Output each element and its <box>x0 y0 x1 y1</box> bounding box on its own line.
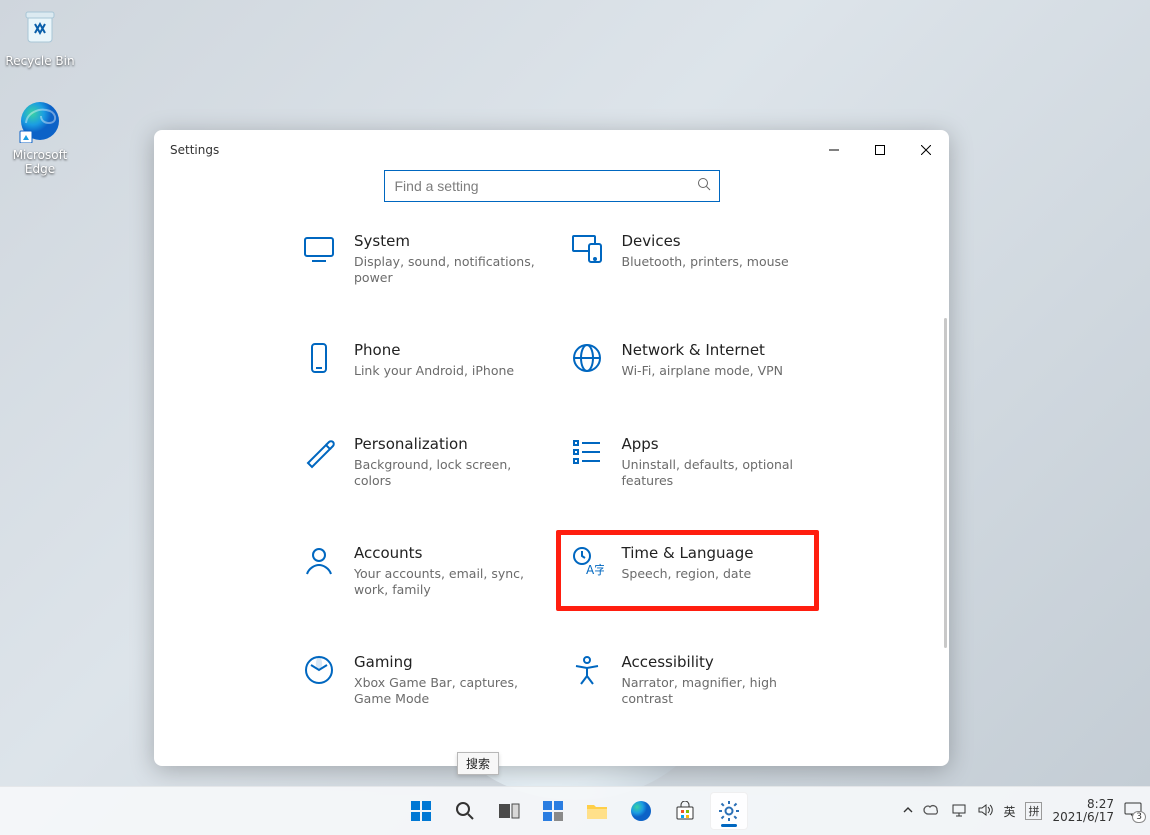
cat-system[interactable]: System Display, sound, notifications, po… <box>302 232 538 285</box>
cat-accessibility[interactable]: Accessibility Narrator, magnifier, high … <box>570 653 806 706</box>
search-icon <box>697 177 711 195</box>
cat-gaming[interactable]: Gaming Xbox Game Bar, captures, Game Mod… <box>302 653 538 706</box>
phone-icon <box>302 341 336 375</box>
window-title: Settings <box>170 143 811 157</box>
cat-personalization[interactable]: Personalization Background, lock screen,… <box>302 435 538 488</box>
taskbar-settings[interactable] <box>710 792 748 830</box>
cat-title: Time & Language <box>622 544 754 562</box>
cat-desc: Speech, region, date <box>622 566 754 582</box>
tray-onedrive-icon[interactable] <box>923 803 941 820</box>
cat-desc: Narrator, magnifier, high contrast <box>622 675 806 706</box>
cat-desc: Background, lock screen, colors <box>354 457 538 488</box>
cat-title: Apps <box>622 435 806 453</box>
system-icon <box>302 232 336 266</box>
titlebar[interactable]: Settings <box>154 130 949 170</box>
tray-clock[interactable]: 8:27 2021/6/17 <box>1052 798 1114 824</box>
cat-desc: Bluetooth, printers, mouse <box>622 254 789 270</box>
accounts-icon <box>302 544 336 578</box>
cat-title: Gaming <box>354 653 538 671</box>
recycle-bin-icon <box>17 4 63 50</box>
edge-icon <box>17 98 63 144</box>
cat-accounts[interactable]: Accounts Your accounts, email, sync, wor… <box>302 544 538 597</box>
minimize-button[interactable] <box>811 130 857 170</box>
cat-title: Accounts <box>354 544 538 562</box>
search-box[interactable] <box>384 170 720 202</box>
tray-date: 2021/6/17 <box>1052 811 1114 824</box>
taskbar-edge[interactable] <box>622 792 660 830</box>
tray-ime-lang[interactable]: 英 <box>1003 803 1015 820</box>
taskbar-search[interactable] <box>446 792 484 830</box>
cat-desc: Link your Android, iPhone <box>354 363 514 379</box>
accessibility-icon <box>570 653 604 687</box>
cat-phone[interactable]: Phone Link your Android, iPhone <box>302 341 538 379</box>
taskbar: 英 拼 8:27 2021/6/17 3 <box>0 786 1150 835</box>
cat-desc: Wi-Fi, airplane mode, VPN <box>622 363 784 379</box>
cat-network[interactable]: Network & Internet Wi-Fi, airplane mode,… <box>570 341 806 379</box>
network-icon <box>570 341 604 375</box>
time-language-icon: A字 <box>570 544 604 578</box>
tray-notifications[interactable]: 3 <box>1124 802 1142 821</box>
scrollbar[interactable] <box>944 318 947 648</box>
cat-title: Network & Internet <box>622 341 784 359</box>
settings-window: Settings System Display, sound, notifica… <box>154 130 949 766</box>
cat-title: Accessibility <box>622 653 806 671</box>
svg-text:A字: A字 <box>586 562 604 577</box>
cat-time-language[interactable]: A字 Time & Language Speech, region, date <box>556 530 820 611</box>
cat-title: Personalization <box>354 435 538 453</box>
cat-desc: Xbox Game Bar, captures, Game Mode <box>354 675 538 706</box>
categories-scroll[interactable]: System Display, sound, notifications, po… <box>154 224 949 766</box>
cat-title: Devices <box>622 232 789 250</box>
cat-desc: Uninstall, defaults, optional features <box>622 457 806 488</box>
maximize-button[interactable] <box>857 130 903 170</box>
cat-desc: Your accounts, email, sync, work, family <box>354 566 538 597</box>
tray-network-icon[interactable] <box>951 803 967 820</box>
devices-icon <box>570 232 604 266</box>
tray-ime-mode[interactable]: 拼 <box>1025 802 1042 820</box>
desktop-icon-label: Microsoft Edge <box>0 148 80 176</box>
desktop-icon-label: Recycle Bin <box>0 54 80 68</box>
cat-title: System <box>354 232 538 250</box>
taskbar-store[interactable] <box>666 792 704 830</box>
search-input[interactable] <box>393 177 697 195</box>
tray-chevron[interactable] <box>903 804 913 818</box>
cat-desc: Display, sound, notifications, power <box>354 254 538 285</box>
start-button[interactable] <box>402 792 440 830</box>
gaming-icon <box>302 653 336 687</box>
system-tray: 英 拼 8:27 2021/6/17 3 <box>903 787 1142 835</box>
desktop-icon-recycle-bin[interactable]: Recycle Bin <box>0 4 80 68</box>
close-button[interactable] <box>903 130 949 170</box>
taskbar-widgets[interactable] <box>534 792 572 830</box>
cat-devices[interactable]: Devices Bluetooth, printers, mouse <box>570 232 806 285</box>
notification-badge: 3 <box>1132 811 1146 823</box>
cat-title: Phone <box>354 341 514 359</box>
taskbar-taskview[interactable] <box>490 792 528 830</box>
taskbar-explorer[interactable] <box>578 792 616 830</box>
tray-volume-icon[interactable] <box>977 803 993 820</box>
apps-icon <box>570 435 604 469</box>
personalization-icon <box>302 435 336 469</box>
cat-apps[interactable]: Apps Uninstall, defaults, optional featu… <box>570 435 806 488</box>
tooltip-search: 搜索 <box>457 752 499 775</box>
desktop-icon-edge[interactable]: Microsoft Edge <box>0 98 80 176</box>
